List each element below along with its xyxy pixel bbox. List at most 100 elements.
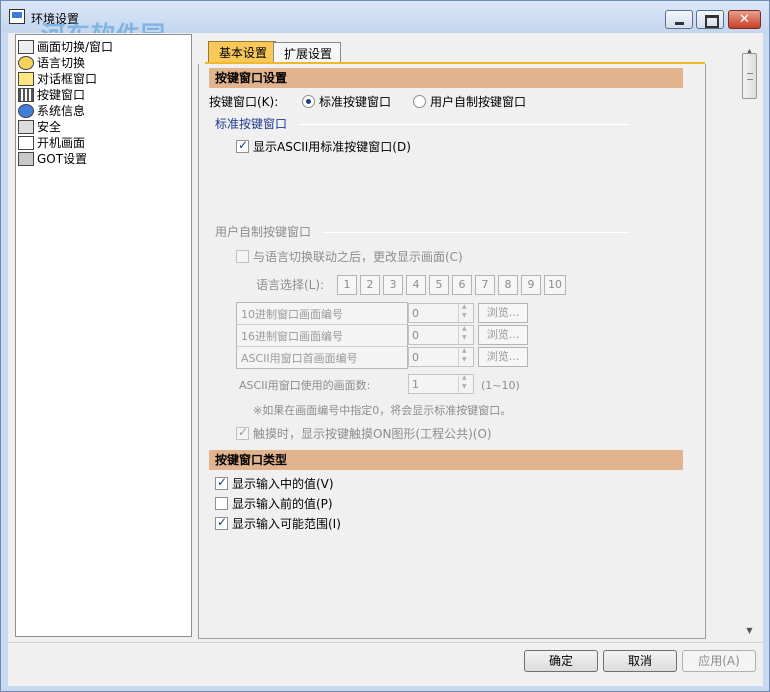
system-info-icon [18, 104, 34, 118]
grid-row-label: ASCII用窗口首画面编号 [241, 352, 358, 365]
tab-extended-settings[interactable]: 扩展设置 [273, 42, 342, 63]
tree-item-label: GOT设置 [37, 152, 88, 166]
show-input-value-label[interactable]: 显示输入中的值(V) [232, 476, 334, 492]
spin-value: 1 [412, 378, 419, 391]
spin-arrows-icon[interactable] [458, 325, 473, 344]
tab-basic-settings[interactable]: 基本设置 [208, 41, 277, 64]
touch-graphic-label[interactable]: 触摸时，显示按键触摸ON图形(工程公共)(O) [253, 426, 492, 442]
tree-item-label: 系统信息 [37, 104, 86, 118]
lang-number-group: 1 2 3 4 5 6 7 8 9 10 [337, 275, 566, 297]
ascii-count-input[interactable]: 1 [408, 374, 474, 394]
show-previous-value-checkbox[interactable] [215, 497, 228, 510]
show-previous-value-label[interactable]: 显示输入前的值(P) [232, 496, 333, 512]
panel-scrollbar[interactable]: ▲ ▼ [741, 43, 758, 639]
ascii-screen-number-input[interactable]: 0 [408, 347, 474, 367]
hex-screen-number-input[interactable]: 0 [408, 325, 474, 345]
screen-switch-icon [18, 40, 34, 54]
tree-item-label: 安全 [37, 120, 62, 134]
dialog-client-area: 画面切换/窗口 语言切换 对话框窗口 按键窗口 系统信息 安全 开机画面 GOT… [8, 33, 763, 686]
lang-button-1[interactable]: 1 [337, 275, 357, 295]
maximize-button[interactable] [696, 10, 724, 29]
startup-screen-icon [18, 136, 34, 150]
environment-settings-window: 环境设置 河东软件园 ✕ www.pc0359.cn 画面切换/窗口 语言切换 … [0, 0, 770, 692]
tree-item-system-info[interactable]: 系统信息 [18, 103, 85, 119]
tree-item-label: 语言切换 [37, 56, 86, 70]
cancel-button[interactable]: 取消 [603, 650, 677, 672]
lang-link-label[interactable]: 与语言切换联动之后，更改显示画面(C) [253, 249, 463, 265]
keywindow-label: 按键窗口(K): [209, 95, 279, 109]
lang-button-7[interactable]: 7 [475, 275, 495, 295]
lang-select-label: 语言选择(L): [256, 278, 325, 292]
apply-button[interactable]: 应用(A) [682, 650, 756, 672]
radio-standard-label[interactable]: 标准按键窗口 [319, 94, 391, 110]
tree-item-screen-switch[interactable]: 画面切换/窗口 [18, 39, 113, 55]
custom-group-title: 用户自制按键窗口 [215, 225, 312, 239]
window-title: 环境设置 [31, 12, 80, 26]
screen-number-note: ※如果在画面编号中指定0，将会显示标准按键窗口。 [253, 404, 512, 417]
standard-group-title: 标准按键窗口 [215, 117, 288, 131]
show-input-range-checkbox[interactable] [215, 515, 228, 530]
radio-custom-label[interactable]: 用户自制按键窗口 [430, 94, 526, 110]
spin-arrows-icon[interactable] [458, 303, 473, 322]
tree-item-keypad[interactable]: 按键窗口 [18, 87, 85, 103]
settings-tree: 画面切换/窗口 语言切换 对话框窗口 按键窗口 系统信息 安全 开机画面 GOT… [15, 34, 192, 637]
browse-hex-button[interactable]: 浏览... [478, 325, 528, 345]
spin-arrows-icon[interactable] [458, 374, 473, 393]
lang-button-4[interactable]: 4 [406, 275, 426, 295]
grid-row-label: 16进制窗口画面编号 [241, 330, 343, 343]
dialog-icon [18, 72, 34, 86]
lang-button-5[interactable]: 5 [429, 275, 449, 295]
show-input-range-label[interactable]: 显示输入可能范围(I) [232, 516, 341, 532]
show-ascii-checkbox[interactable] [236, 138, 249, 153]
lang-button-6[interactable]: 6 [452, 275, 472, 295]
tree-item-dialog[interactable]: 对话框窗口 [18, 71, 97, 87]
grid-row-ascii: ASCII用窗口首画面编号 [237, 347, 407, 369]
ascii-count-range: (1~10) [481, 379, 520, 392]
show-ascii-label[interactable]: 显示ASCII用标准按键窗口(D) [253, 139, 411, 155]
close-icon: ✕ [739, 12, 750, 27]
tree-item-startup-screen[interactable]: 开机画面 [18, 135, 85, 151]
scroll-thumb[interactable] [742, 53, 757, 99]
bottom-separator [8, 642, 763, 643]
title-bar: 环境设置 河东软件园 ✕ [1, 1, 769, 49]
lang-button-2[interactable]: 2 [360, 275, 380, 295]
tree-item-security[interactable]: 安全 [18, 119, 61, 135]
browse-ascii-button[interactable]: 浏览... [478, 347, 528, 367]
touch-graphic-checkbox[interactable] [236, 425, 249, 440]
radio-standard-keywindow[interactable] [302, 95, 315, 108]
lang-button-10[interactable]: 10 [544, 275, 566, 295]
tree-item-label: 画面切换/窗口 [37, 40, 114, 54]
lang-button-3[interactable]: 3 [383, 275, 403, 295]
keypad-icon [18, 88, 34, 102]
grid-row-decimal: 10进制窗口画面编号 [237, 303, 407, 325]
show-input-value-checkbox[interactable] [215, 475, 228, 490]
keywindow-settings-header: 按键窗口设置 [209, 68, 683, 88]
lang-button-8[interactable]: 8 [498, 275, 518, 295]
app-icon [9, 9, 25, 24]
spin-value: 0 [412, 351, 419, 364]
lang-link-checkbox[interactable] [236, 250, 249, 263]
tree-item-got-settings[interactable]: GOT设置 [18, 151, 87, 167]
browse-decimal-button[interactable]: 浏览... [478, 303, 528, 323]
basic-settings-panel: 按键窗口设置 按键窗口(K): 标准按键窗口 用户自制按键窗口 标准按键窗口 显… [198, 64, 706, 639]
spin-value: 0 [412, 307, 419, 320]
tree-item-label: 对话框窗口 [37, 72, 98, 86]
ok-button[interactable]: 确定 [524, 650, 598, 672]
group-divider [299, 124, 629, 125]
close-button[interactable]: ✕ [728, 10, 761, 29]
minimize-button[interactable] [665, 10, 693, 29]
got-settings-icon [18, 152, 34, 166]
spin-arrows-icon[interactable] [458, 347, 473, 366]
decimal-screen-number-input[interactable]: 0 [408, 303, 474, 323]
tree-item-language[interactable]: 语言切换 [18, 55, 85, 71]
grid-row-label: 10进制窗口画面编号 [241, 308, 343, 321]
tree-item-label: 开机画面 [37, 136, 86, 150]
keywindow-type-header: 按键窗口类型 [209, 450, 683, 470]
radio-custom-keywindow[interactable] [413, 95, 426, 108]
language-icon [18, 56, 34, 70]
scroll-down-icon[interactable]: ▼ [741, 622, 758, 639]
lang-button-9[interactable]: 9 [521, 275, 541, 295]
ascii-count-label: ASCII用窗口使用的画面数: [239, 379, 371, 392]
screen-number-grid: 10进制窗口画面编号 16进制窗口画面编号 ASCII用窗口首画面编号 [236, 302, 408, 369]
security-icon [18, 120, 34, 134]
